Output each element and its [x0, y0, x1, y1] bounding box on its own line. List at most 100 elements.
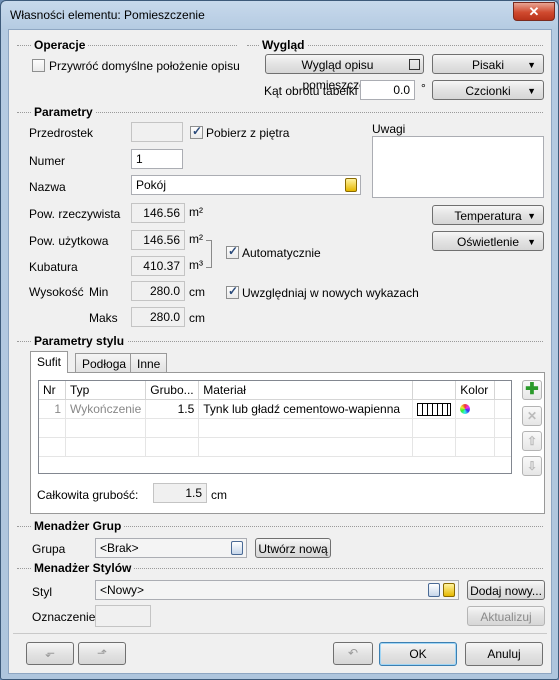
styles-section: Menadżer Stylów — [17, 561, 543, 575]
min-height-input[interactable]: 280.0 — [131, 281, 185, 301]
delete-layer-button[interactable]: ✕ — [522, 406, 542, 426]
color-wheel-icon — [460, 404, 471, 414]
column-header-kolor[interactable]: Kolor — [455, 381, 496, 400]
column-header-nr[interactable]: Nr — [39, 381, 66, 400]
usable-area-value: 146.56 — [131, 230, 185, 250]
name-combobox[interactable]: Pokój — [131, 175, 361, 195]
operacje-section: Operacje — [17, 38, 237, 52]
notes-textarea[interactable] — [372, 136, 544, 198]
mark-input[interactable] — [95, 605, 151, 627]
real-area-label: Pow. rzeczywista — [29, 207, 121, 221]
row-material[interactable]: Tynk lub gładź cementowo-wapienna — [198, 399, 414, 419]
row-kolor[interactable] — [455, 399, 496, 419]
row-grubosc[interactable]: 1.5 — [145, 399, 200, 419]
number-label: Numer — [29, 154, 66, 168]
section-title: Parametry stylu — [31, 334, 128, 348]
real-area-value: 146.56 — [131, 203, 185, 223]
row-pattern[interactable] — [412, 399, 457, 419]
style-tab-panel: Nr Typ Grubo... Materiał Kolor 1 Wykończ… — [30, 372, 545, 514]
include-new-lists-checkbox[interactable] — [226, 284, 239, 299]
dialog-window: Własności elementu: Pomieszczenie ✕ Oper… — [0, 0, 559, 680]
volume-label: Kubatura — [29, 260, 78, 274]
dropdown-arrow-icon: ▼ — [527, 86, 536, 96]
column-header-material[interactable]: Materiał — [198, 381, 414, 400]
pisaki-button[interactable]: Pisaki ▼ — [432, 54, 544, 74]
group-value: <Brak> — [100, 541, 139, 555]
prefix-label: Przedrostek — [29, 126, 94, 140]
move-up-button[interactable]: ⇧ — [522, 431, 542, 451]
table-row-empty — [39, 418, 511, 438]
tab-podloga[interactable]: Podłoga — [75, 353, 134, 373]
tab-inne[interactable]: Inne — [130, 353, 168, 373]
min-height-unit: cm — [189, 285, 205, 299]
row-filler — [494, 399, 511, 419]
name-label: Nazwa — [29, 180, 66, 194]
add-layer-button[interactable]: ✚ — [522, 380, 542, 400]
lighting-label: Oświetlenie — [456, 235, 520, 249]
arrow-up-icon: ⇧ — [526, 434, 538, 448]
prefix-input[interactable] — [131, 122, 183, 142]
undo-button[interactable]: ↶ — [333, 642, 373, 665]
max-height-input[interactable]: 280.0 — [131, 307, 185, 327]
add-style-button[interactable]: Dodaj nowy... — [467, 580, 545, 600]
move-down-button[interactable]: ⇩ — [522, 456, 542, 476]
parametry-section: Parametry — [17, 105, 543, 119]
automatic-label: Automatycznie — [242, 246, 321, 260]
plus-icon: ✚ — [525, 381, 539, 398]
previous-element-button[interactable]: ⬐ — [26, 642, 74, 665]
row-typ: Wykończenie — [65, 399, 147, 419]
temperature-button[interactable]: Temperatura ▼ — [432, 205, 544, 225]
table-row-empty — [39, 437, 511, 457]
ok-button[interactable]: OK — [379, 642, 457, 666]
dropdown-arrow-icon: ▼ — [527, 237, 536, 247]
max-label: Maks — [89, 311, 118, 325]
undo-icon: ↶ — [347, 646, 359, 660]
section-title: Parametry — [31, 105, 96, 119]
group-label: Grupa — [32, 542, 66, 556]
arrow-down-icon: ⇩ — [526, 459, 538, 473]
section-title: Menadżer Stylów — [31, 561, 135, 575]
style-params-section: Parametry stylu — [17, 334, 543, 348]
create-group-button[interactable]: Utwórz nową — [255, 538, 331, 558]
layers-table: Nr Typ Grubo... Materiał Kolor 1 Wykończ… — [39, 381, 511, 457]
tab-sufit[interactable]: Sufit — [30, 351, 69, 373]
restore-position-label: Przywróć domyślne położenie opisu — [49, 59, 240, 73]
total-thickness-label: Całkowita grubość: — [37, 488, 139, 502]
close-button[interactable]: ✕ — [513, 2, 555, 21]
column-header-pattern[interactable] — [412, 381, 457, 400]
lighting-button[interactable]: Oświetlenie ▼ — [432, 231, 544, 251]
update-style-button[interactable]: Aktualizuj — [467, 606, 545, 626]
include-new-lists-label: Uwzględniaj w nowych wykazach — [242, 286, 419, 300]
restore-position-checkbox[interactable] — [32, 59, 45, 72]
czcionki-button[interactable]: Czcionki ▼ — [432, 80, 544, 100]
number-input[interactable]: 1 — [131, 149, 183, 169]
volume-unit: m³ — [189, 258, 203, 272]
group-combobox[interactable]: <Brak> — [95, 538, 247, 558]
style-label: Styl — [32, 585, 53, 599]
style-combobox[interactable]: <Nowy> — [95, 580, 459, 600]
section-title: Wygląd — [259, 38, 308, 52]
total-thickness-unit: cm — [211, 488, 227, 502]
section-title: Menadżer Grup — [31, 519, 125, 533]
title-bar[interactable]: Własności elementu: Pomieszczenie ✕ — [1, 1, 558, 29]
next-element-button[interactable]: ⬏ — [78, 642, 126, 665]
dropdown-arrow-icon: ▼ — [527, 211, 536, 221]
automatic-checkbox[interactable] — [226, 244, 239, 259]
take-from-floor-checkbox[interactable] — [190, 124, 203, 139]
arrow-left-down-icon: ⬐ — [44, 646, 56, 660]
auto-bracket — [206, 240, 212, 268]
style-edit-icon[interactable] — [443, 583, 455, 597]
temperature-label: Temperatura — [454, 209, 522, 223]
column-header-typ[interactable]: Typ — [65, 381, 147, 400]
style-value: <Nowy> — [100, 583, 145, 597]
table-row[interactable]: 1 Wykończenie 1.5 Tynk lub gładź cemento… — [39, 399, 511, 419]
angle-input[interactable]: 0.0 — [360, 80, 415, 100]
cancel-button[interactable]: Anuluj — [465, 642, 543, 666]
usable-area-unit: m² — [189, 232, 203, 246]
room-description-button[interactable]: Wygląd opisu pomieszczeń — [265, 54, 424, 92]
group-picker-icon[interactable] — [231, 541, 243, 555]
row-nr: 1 — [39, 399, 66, 419]
column-header-grubosc[interactable]: Grubo... — [145, 381, 200, 400]
name-picker-icon[interactable] — [345, 178, 357, 192]
style-picker-icon[interactable] — [428, 583, 440, 597]
